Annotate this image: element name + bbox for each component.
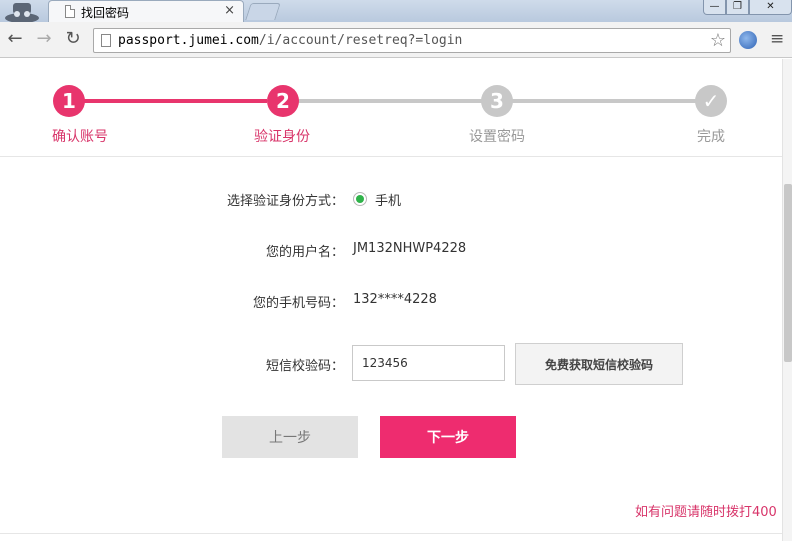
- url-host: passport.jumei.com: [118, 33, 259, 48]
- step-1-circle: 1: [53, 85, 85, 117]
- phone-value: 132****4228: [353, 292, 437, 307]
- step-2-label: 验证身份: [254, 129, 310, 145]
- menu-icon[interactable]: ≡: [770, 29, 784, 49]
- scrollbar-thumb[interactable]: [784, 184, 792, 362]
- username-label: 您的用户名：: [265, 245, 344, 260]
- close-window-button[interactable]: ✕: [749, 0, 792, 15]
- step-3-label: 设置密码: [469, 129, 525, 145]
- vertical-scrollbar[interactable]: [782, 59, 792, 541]
- previous-step-button[interactable]: 上一步: [222, 416, 358, 458]
- browser-toolbar: ← → ↻ passport.jumei.com/i/account/reset…: [0, 22, 792, 58]
- next-step-button[interactable]: 下一步: [380, 416, 516, 458]
- step-2-circle: 2: [267, 85, 299, 117]
- tab-title: 找回密码: [81, 6, 130, 20]
- step-connector-2: [298, 99, 482, 103]
- step-4-label: 完成: [697, 129, 725, 145]
- verify-method-label: 选择验证身份方式：: [226, 194, 344, 209]
- help-hotline-text: 如有问题请随时拨打400: [635, 505, 777, 520]
- step-connector-3: [512, 99, 696, 103]
- get-sms-code-button[interactable]: 免费获取短信校验码: [515, 343, 683, 385]
- reload-button[interactable]: ↻: [62, 29, 84, 51]
- url-path: /i/account/resetreq?=login: [258, 33, 463, 48]
- back-button[interactable]: ←: [4, 29, 26, 51]
- step-connector-1: [83, 99, 267, 103]
- step-complete-check-icon: ✓: [695, 85, 727, 117]
- globe-extension-icon[interactable]: [739, 31, 757, 49]
- username-value: JM132NHWP4228: [353, 241, 467, 256]
- address-bar[interactable]: passport.jumei.com/i/account/resetreq?=l…: [93, 28, 731, 53]
- tab-close-icon[interactable]: ×: [224, 3, 235, 18]
- footer-divider: [0, 533, 782, 534]
- phone-label: 您的手机号码：: [252, 296, 344, 311]
- url-text[interactable]: passport.jumei.com/i/account/resetreq?=l…: [118, 33, 462, 48]
- page-viewport: 1 2 3 ✓ 确认账号 验证身份 设置密码 完成 选择验证身份方式： 手机 您…: [0, 59, 782, 541]
- incognito-icon: [5, 3, 39, 22]
- bookmark-star-icon[interactable]: ☆: [710, 30, 726, 51]
- step-1-label: 确认账号: [52, 129, 108, 145]
- step-3-circle: 3: [481, 85, 513, 117]
- phone-radio[interactable]: [353, 192, 367, 206]
- forward-button[interactable]: →: [33, 29, 55, 51]
- sms-code-label: 短信校验码：: [265, 359, 344, 374]
- phone-radio-label[interactable]: 手机: [375, 190, 401, 209]
- page-icon: [65, 5, 75, 18]
- browser-tab[interactable]: 找回密码 ×: [48, 0, 244, 22]
- new-tab-button[interactable]: [245, 3, 281, 20]
- minimize-button[interactable]: —: [703, 0, 726, 15]
- sms-code-input[interactable]: [352, 345, 505, 381]
- title-bar: 找回密码 × — ❐ ✕: [0, 0, 792, 22]
- maximize-button[interactable]: ❐: [726, 0, 749, 15]
- page-icon: [101, 34, 111, 47]
- progress-steps: 1 2 3 ✓ 确认账号 验证身份 设置密码 完成: [0, 59, 782, 157]
